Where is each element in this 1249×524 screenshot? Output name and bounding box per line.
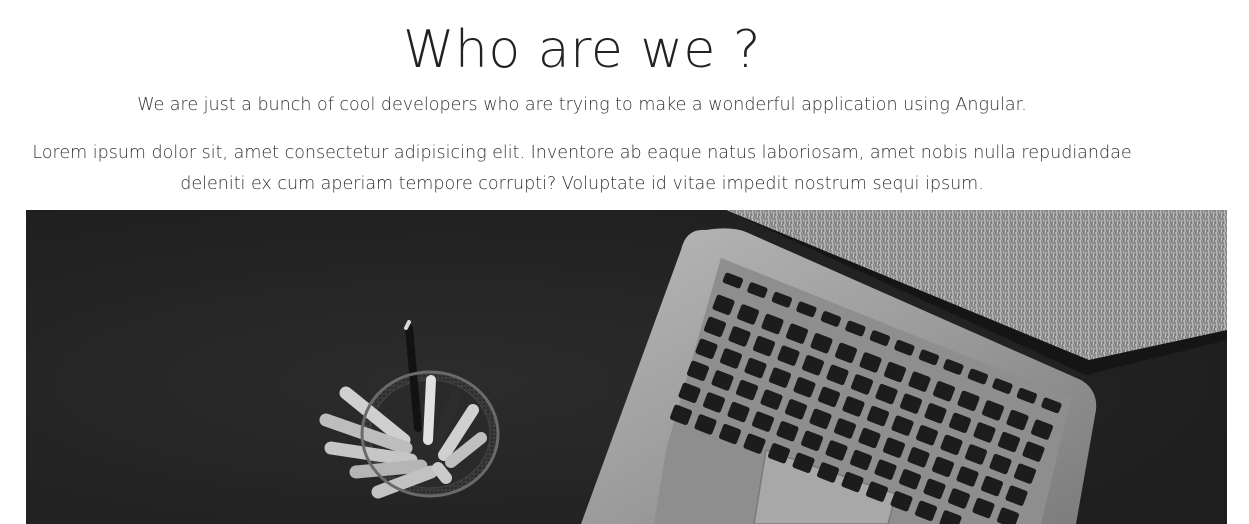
page-title: Who are we ?	[403, 20, 761, 80]
intro-paragraph: Lorem ipsum dolor sit, amet consectetur …	[32, 143, 1132, 194]
laptop-and-pencil-cup-photo-icon	[26, 210, 1227, 524]
intro-subtitle: We are just a bunch of cool developers w…	[137, 95, 1027, 115]
hero-photo	[26, 210, 1227, 524]
